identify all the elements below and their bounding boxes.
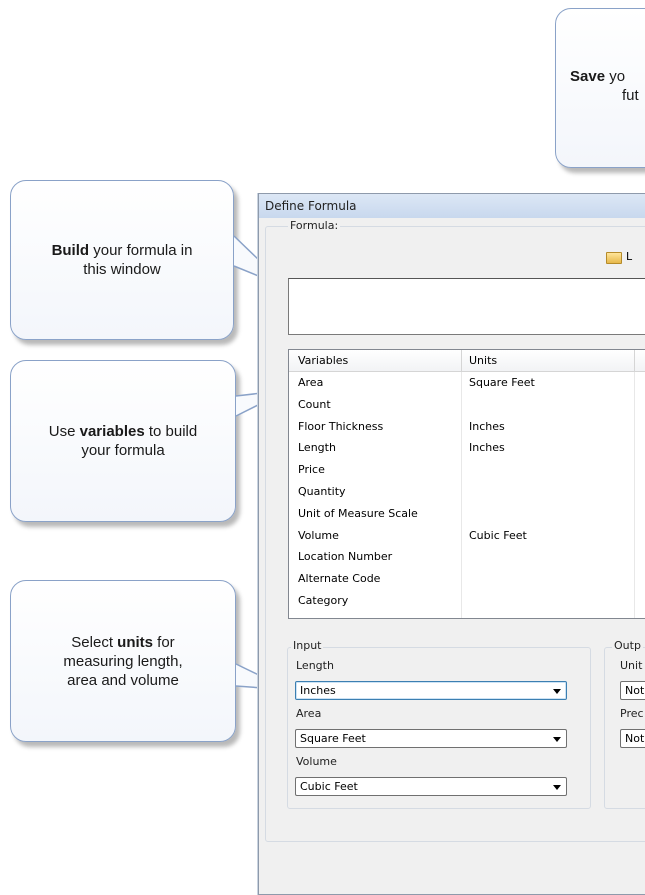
units-callout-line2: measuring length,	[63, 652, 183, 670]
variable-name: Floor Thickness	[298, 419, 384, 433]
output-units-select[interactable]: Not	[620, 681, 645, 700]
length-select[interactable]: Inches	[295, 681, 567, 700]
output-precision-select[interactable]: Not	[620, 729, 645, 748]
table-row[interactable]: Volume Cubic Feet	[289, 525, 645, 547]
variable-unit: Inches	[469, 441, 505, 455]
units-callout-pre: Select	[71, 633, 118, 651]
variables-callout-pre: Use	[48, 423, 80, 440]
build-callout-bold: Build	[51, 242, 90, 259]
table-row[interactable]: Floor Thickness Inches	[289, 416, 645, 438]
variable-unit: Square Feet	[469, 376, 535, 389]
units-callout-line3: area and volume	[67, 671, 179, 689]
build-callout: Build your formula in this window	[10, 180, 234, 340]
table-row[interactable]: Length Inches	[289, 437, 645, 459]
chevron-down-icon	[553, 689, 561, 694]
variables-callout-text: to build	[144, 423, 198, 440]
table-row[interactable]: Area Square Feet	[289, 372, 645, 394]
dialog-title: Define Formula	[259, 194, 645, 218]
variables-table-body: Area Square Feet Count Floor Thickness Inche…	[289, 372, 645, 612]
save-callout-text: yo	[605, 68, 626, 85]
folder-icon	[606, 252, 622, 264]
load-button[interactable]: L	[606, 249, 645, 267]
output-precision-value: Not	[625, 732, 645, 745]
table-row[interactable]: Location Number	[289, 546, 645, 568]
header-units[interactable]: Units	[469, 354, 497, 367]
variable-name: Price	[298, 463, 325, 477]
table-row[interactable]: Count	[289, 394, 645, 416]
formula-input[interactable]	[288, 278, 645, 335]
area-label: Area	[294, 707, 324, 720]
variable-unit: Cubic Feet	[469, 528, 527, 542]
table-row[interactable]: Quantity	[289, 481, 645, 503]
output-precision-label: Prec	[618, 707, 645, 720]
volume-select-value: Cubic Feet	[300, 780, 358, 793]
variables-table[interactable]: Variables Units Area Square Feet Count Floo…	[288, 349, 645, 619]
table-row[interactable]: Price	[289, 459, 645, 481]
variable-name: Category	[298, 593, 349, 607]
save-callout-bold: Save	[570, 68, 606, 85]
variables-table-header: Variables Units	[289, 350, 645, 372]
output-units-value: Not	[625, 684, 645, 697]
area-select[interactable]: Square Feet	[295, 729, 567, 748]
variable-name: Count	[298, 397, 331, 411]
area-select-value: Square Feet	[300, 732, 366, 745]
length-select-value: Inches	[300, 684, 336, 697]
length-label: Length	[294, 659, 336, 672]
units-callout: Select units for measuring length, area …	[10, 580, 236, 742]
table-row[interactable]: Alternate Code	[289, 568, 645, 590]
units-callout-text: for	[153, 633, 175, 651]
output-group-title: Outp	[612, 639, 643, 652]
formula-label: Formula:	[288, 219, 341, 232]
chevron-down-icon	[553, 737, 561, 742]
table-row[interactable]: Category	[289, 590, 645, 612]
save-callout: Save yo fut	[555, 8, 645, 168]
variable-name: Volume	[298, 528, 339, 542]
header-variables[interactable]: Variables	[298, 354, 348, 367]
build-callout-line2: this window	[83, 261, 161, 278]
volume-select[interactable]: Cubic Feet	[295, 777, 567, 796]
variables-callout-line2: your formula	[81, 442, 165, 459]
volume-label: Volume	[294, 755, 339, 768]
build-callout-text: your formula in	[89, 242, 193, 259]
chevron-down-icon	[553, 785, 561, 790]
load-button-label: L	[626, 250, 633, 263]
input-group-title: Input	[291, 639, 324, 652]
variable-name: Quantity	[298, 484, 346, 498]
variable-name: Length	[298, 441, 336, 455]
variable-name: Alternate Code	[298, 572, 381, 586]
variable-name: Area	[298, 376, 324, 389]
variable-unit: Inches	[469, 419, 505, 433]
variable-name: Location Number	[298, 550, 393, 564]
output-units-label: Unit	[618, 659, 645, 672]
units-callout-bold: units	[117, 633, 153, 651]
variable-name: Unit of Measure Scale	[298, 506, 418, 520]
variables-callout-bold: variables	[79, 423, 145, 440]
table-row[interactable]: Unit of Measure Scale	[289, 503, 645, 525]
save-callout-line2: fut	[622, 87, 639, 104]
variables-callout: Use variables to build your formula	[10, 360, 236, 522]
